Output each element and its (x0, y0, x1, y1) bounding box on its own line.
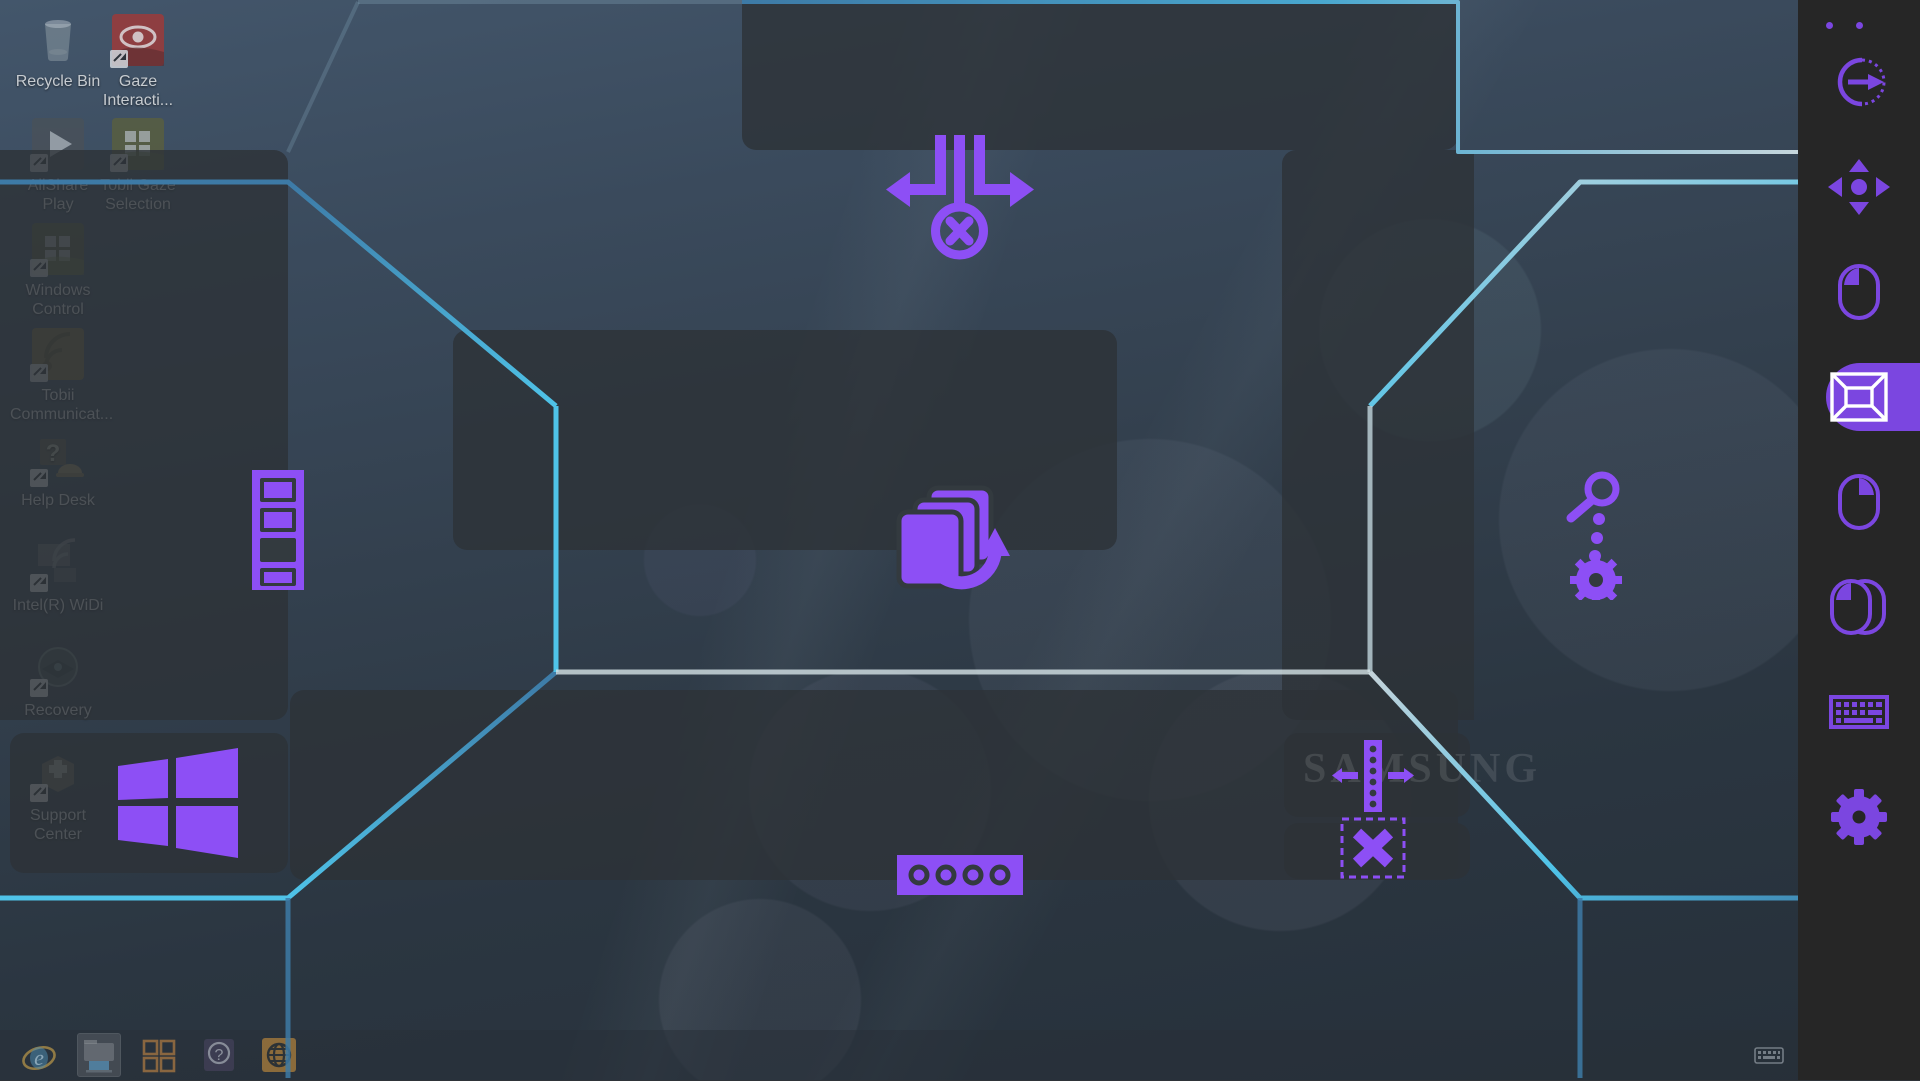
svg-text:?: ? (215, 1047, 224, 1064)
desktop-icon-tobii-gaze-selection[interactable]: Tobii Gaze Selection (90, 118, 186, 214)
logout-arrow-icon (1824, 52, 1894, 112)
mouse-right-icon (1837, 473, 1881, 531)
taskbar-item-file-explorer[interactable] (78, 1034, 120, 1076)
taskbar-item-help[interactable]: ? (198, 1034, 240, 1076)
shortcut-overlay-icon (30, 469, 48, 487)
desktop-icon-label: Help Desk (21, 492, 95, 509)
keyboard-icon[interactable] (1754, 1044, 1780, 1066)
windows-tile-icon (32, 223, 84, 275)
windows-tile-icon (112, 118, 164, 170)
recycle-bin-icon (32, 14, 84, 66)
taskbar-item-apps-grid[interactable] (138, 1034, 180, 1076)
sidebar-item-left-click[interactable] (1798, 240, 1920, 344)
svg-text:e: e (34, 1045, 44, 1070)
desktop-icon-gaze-interaction[interactable]: Gaze Interacti... (90, 14, 186, 110)
shortcut-overlay-icon (30, 574, 48, 592)
sidebar-item-settings[interactable] (1798, 765, 1920, 869)
windows-taskbar: e ? (0, 1030, 1920, 1080)
desktop-icon-label: Windows Control (26, 282, 91, 318)
gear-icon (1830, 788, 1888, 846)
desktop-icon-label: Tobii Gaze Selection (100, 177, 176, 213)
keyboard-icon (1829, 695, 1889, 729)
desktop-wallpaper (0, 0, 1920, 1080)
mouse-double-icon (1829, 578, 1889, 636)
recovery-disc-icon (32, 643, 84, 695)
shortcut-overlay-icon (30, 679, 48, 697)
desktop-icon-label: Intel(R) WiDi (13, 597, 104, 614)
svg-text:?: ? (46, 440, 61, 467)
sidebar-item-right-click[interactable] (1798, 450, 1920, 554)
sidebar-item-gaze-selection[interactable] (1798, 345, 1920, 449)
sidebar-item-precision-click[interactable] (1798, 135, 1920, 239)
play-icon (32, 118, 84, 170)
desktop-icon-label: Gaze Interacti... (103, 73, 173, 109)
crosshair-move-icon (1828, 159, 1890, 215)
desktop-icon-recovery[interactable]: Recovery (10, 643, 106, 720)
desktop-icon-label: Recycle Bin (16, 73, 100, 90)
desktop-icon-help-desk[interactable]: ? Help Desk (10, 433, 106, 510)
sidebar-item-logout[interactable] (1798, 30, 1920, 134)
gaze-frame-icon (1830, 372, 1888, 422)
desktop-icon-support-center[interactable]: Support Center (10, 748, 106, 844)
desktop-icon-label: Recovery (24, 702, 92, 719)
sidebar-item-keyboard[interactable] (1798, 660, 1920, 764)
desktop-icon-intel-widi[interactable]: Intel(R) WiDi (10, 538, 106, 615)
help-bell-icon: ? (32, 433, 84, 485)
desktop-icon-windows-control[interactable]: Windows Control (10, 223, 106, 319)
taskbar-item-internet-explorer[interactable]: e (18, 1034, 60, 1076)
sidebar-status-dots (1826, 22, 1886, 30)
shortcut-overlay-icon (30, 154, 48, 172)
shortcut-overlay-icon (110, 154, 128, 172)
wifi-waves-icon (32, 328, 84, 380)
sidebar-item-double-click[interactable] (1798, 555, 1920, 659)
shortcut-overlay-icon (30, 259, 48, 277)
desktop-icon-label: Support Center (30, 807, 86, 843)
support-box-icon (32, 748, 84, 800)
shortcut-overlay-icon (30, 784, 48, 802)
tobii-sidebar (1798, 0, 1920, 1080)
mouse-left-icon (1837, 263, 1881, 321)
taskbar-item-browser-globe[interactable] (258, 1034, 300, 1076)
desktop-icon-label: AllShare Play (28, 177, 88, 213)
eye-icon (112, 14, 164, 66)
desktop-icon-label: Tobii Communicat... (10, 387, 113, 423)
desktop-icon-tobii-communicator[interactable]: Tobii Communicat... (10, 328, 106, 424)
shortcut-overlay-icon (110, 50, 128, 68)
screen-cast-icon (32, 538, 84, 590)
shortcut-overlay-icon (30, 364, 48, 382)
